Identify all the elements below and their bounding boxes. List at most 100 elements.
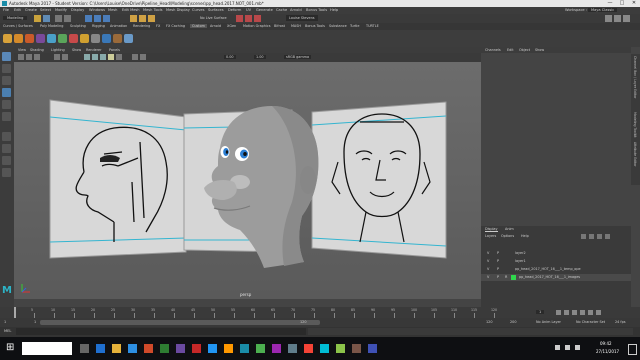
panel-menu-show[interactable]: Show (72, 48, 81, 52)
layer-menu-layers[interactable]: Layers (485, 234, 496, 238)
app-icon-4[interactable] (208, 344, 217, 353)
new-layer-selected-icon[interactable] (605, 234, 610, 239)
film-gate-icon[interactable] (62, 54, 68, 60)
wireframe-toggle-icon[interactable] (84, 54, 90, 60)
step-back-icon[interactable] (564, 310, 569, 315)
menu-file[interactable]: File (3, 8, 9, 12)
scale-tool-icon[interactable] (2, 112, 11, 121)
shelf-tab-fx[interactable]: FX (156, 24, 160, 28)
menu-edit-mesh[interactable]: Edit Mesh (122, 8, 140, 12)
app-icon-7[interactable] (272, 344, 281, 353)
range-start-field[interactable]: 1 (4, 320, 6, 324)
app-icon-11[interactable] (336, 344, 345, 353)
menu-select[interactable]: Select (40, 8, 51, 12)
menu-windows[interactable]: Windows (89, 8, 105, 12)
xray-icon[interactable] (140, 54, 146, 60)
range-inner-end-field[interactable]: 120 (300, 320, 306, 324)
menu-uv[interactable]: UV (246, 8, 251, 12)
snap-point-icon[interactable] (148, 15, 155, 22)
app-icon-12[interactable] (352, 344, 361, 353)
panel-menu-renderer[interactable]: Renderer (86, 48, 101, 52)
fps-select[interactable]: 24 fps (615, 320, 626, 324)
anim-layer-select[interactable]: No Anim Layer (536, 320, 561, 324)
range-bar[interactable] (40, 320, 320, 325)
shelf-tab-motion-graphics[interactable]: Motion Graphics (243, 24, 271, 28)
task-view-icon[interactable] (80, 344, 89, 353)
shelf-tab-rigging[interactable]: Rigging (92, 24, 105, 28)
play-forward-icon[interactable] (580, 310, 585, 315)
shelf-tab-turtle-upper[interactable]: TURTLE (366, 24, 379, 28)
shelf-tab-mash[interactable]: MASH (291, 24, 301, 28)
layer-row[interactable]: V P layer2 (481, 250, 631, 257)
select-hierarchy-icon[interactable] (85, 15, 92, 22)
app-icon-3[interactable] (192, 344, 201, 353)
shelf-tool-3-icon[interactable] (25, 34, 34, 43)
app-icon-1[interactable] (160, 344, 169, 353)
layer-name[interactable]: layer2 (515, 251, 526, 255)
shelf-tab-custom[interactable]: Custom (190, 24, 207, 28)
layer-visible-toggle[interactable]: V (487, 275, 489, 279)
layer-color-swatch[interactable] (511, 275, 516, 280)
layer-playback-toggle[interactable]: P (497, 259, 499, 263)
range-inner-start-field[interactable]: 1 (34, 320, 36, 324)
layer-name[interactable]: layer1 (515, 259, 526, 263)
clock-date[interactable]: 27/11/2017 (596, 349, 619, 354)
lighting-icon[interactable] (108, 54, 114, 60)
layer-tab-anim[interactable]: Anim (505, 227, 514, 231)
grid-toggle-icon[interactable] (54, 54, 60, 60)
open-scene-icon[interactable] (34, 15, 41, 22)
play-backward-icon[interactable] (572, 310, 577, 315)
menu-mesh-display[interactable]: Mesh Display (166, 8, 190, 12)
shelf-tool-8-icon[interactable] (80, 34, 89, 43)
range-end-field[interactable]: 120 (486, 320, 492, 324)
layer-visible-toggle[interactable]: V (487, 259, 489, 263)
user-login[interactable]: Louise Stevens (286, 15, 318, 21)
menu-arnold[interactable]: Arnold (290, 8, 302, 12)
menu-mesh[interactable]: Mesh (108, 8, 117, 12)
shelf-tool-9-icon[interactable] (91, 34, 100, 43)
layer-row[interactable]: V P layer1 (481, 258, 631, 265)
save-scene-icon[interactable] (43, 15, 50, 22)
channel-menu-show[interactable]: Show (535, 48, 544, 52)
shelf-tab-arnold[interactable]: Arnold (210, 24, 221, 28)
shelf-tool-7-icon[interactable] (69, 34, 78, 43)
channel-menu-object[interactable]: Object (519, 48, 530, 52)
app-icon-5[interactable] (224, 344, 233, 353)
menu-help[interactable]: Help (330, 8, 338, 12)
shelf-tool-11-icon[interactable] (113, 34, 122, 43)
go-to-end-icon[interactable] (596, 310, 601, 315)
menu-generate[interactable]: Generate (256, 8, 273, 12)
redo-icon[interactable] (64, 15, 71, 22)
app-icon-2[interactable] (176, 344, 185, 353)
outliner-icon[interactable] (2, 168, 11, 177)
notifications-icon[interactable] (628, 344, 637, 355)
start-button[interactable]: ⊞ (6, 342, 14, 353)
shelf-tab-curves-surfaces[interactable]: Curves / Surfaces (3, 24, 33, 28)
workspace-select[interactable]: Maya Classic (588, 8, 618, 12)
shelf-tool-6-icon[interactable] (58, 34, 67, 43)
shelf-tab-bonus-tools[interactable]: Bonus Tools (305, 24, 325, 28)
tray-up-icon[interactable] (555, 345, 560, 350)
maya-taskbar-icon[interactable] (240, 344, 249, 353)
edge-icon[interactable] (96, 344, 105, 353)
camera-select-icon[interactable] (18, 54, 24, 60)
shelf-tool-2-icon[interactable] (14, 34, 23, 43)
shelf-tool-1-icon[interactable] (3, 34, 12, 43)
live-surface-label[interactable]: No Live Surface (200, 16, 227, 20)
move-layer-down-icon[interactable] (589, 234, 594, 239)
perspective-viewport[interactable]: persp (14, 62, 481, 299)
select-component-icon[interactable] (103, 15, 110, 22)
tool-settings-toggle-icon[interactable] (623, 15, 630, 22)
anim-end-field[interactable]: 200 (510, 320, 516, 324)
app-icon-8[interactable] (288, 344, 297, 353)
layer-menu-help[interactable]: Help (521, 234, 529, 238)
smooth-shade-icon[interactable] (92, 54, 98, 60)
file-explorer-icon[interactable] (112, 344, 121, 353)
panel-menu-panels[interactable]: Panels (109, 48, 120, 52)
shelf-tool-10-icon[interactable] (102, 34, 111, 43)
store-icon[interactable] (128, 344, 137, 353)
new-layer-icon[interactable] (597, 234, 602, 239)
menu-cache[interactable]: Cache (276, 8, 287, 12)
shelf-tab-sculpting[interactable]: Sculpting (70, 24, 86, 28)
side-tab-attribute-editor[interactable]: Attribute Editor (631, 140, 640, 185)
